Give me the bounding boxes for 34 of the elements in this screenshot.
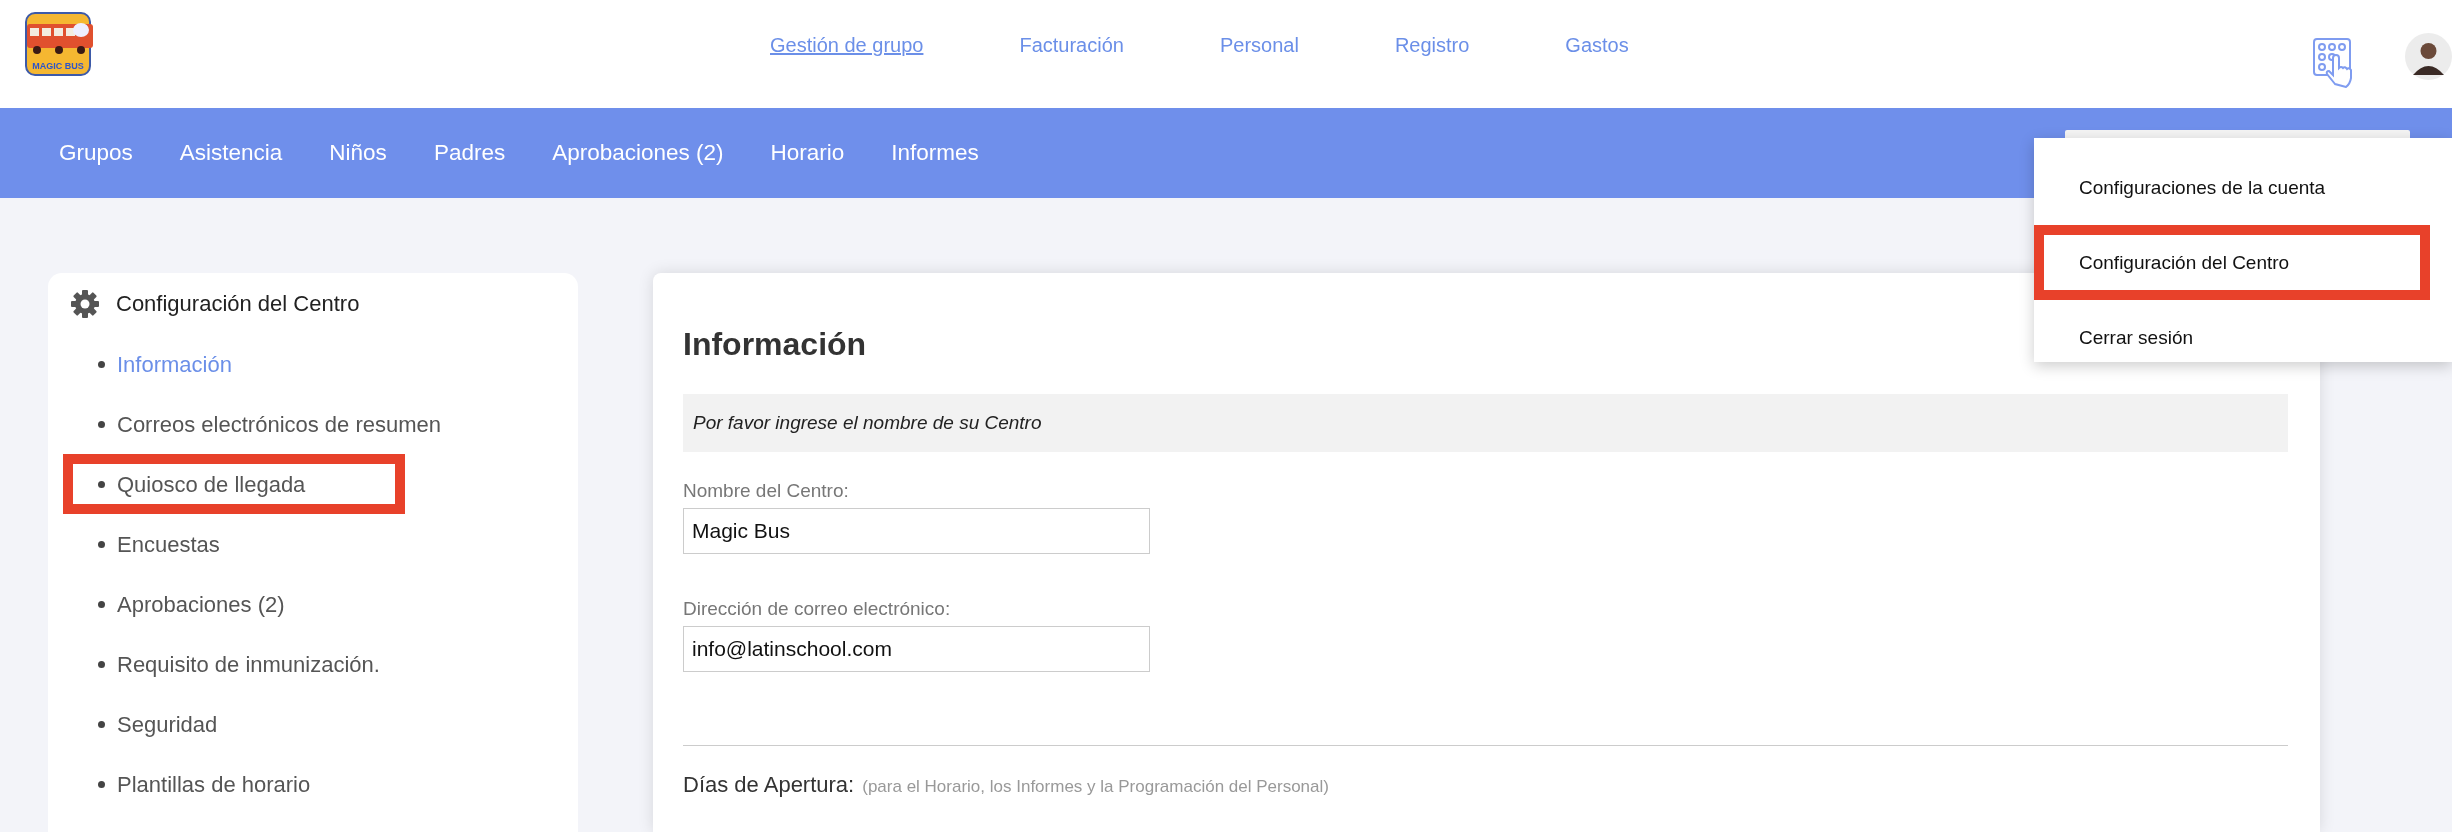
nav-link[interactable]: Grupos <box>59 136 133 170</box>
section-title: Configuración del Centro <box>116 290 360 318</box>
page-title: Información <box>683 325 867 363</box>
notice-bar: Por favor ingrese el nombre de su Centro <box>683 394 2288 452</box>
input-field[interactable]: Magic Bus <box>683 508 1150 554</box>
sidebar-item[interactable]: Requisito de inmunización. <box>63 634 405 694</box>
nav-link[interactable]: Registro <box>1394 30 1470 60</box>
nav-link[interactable]: Gastos <box>1565 30 1629 60</box>
nav-link[interactable]: Informes <box>891 136 979 170</box>
field-label: Dirección de correo electrónico: <box>683 598 952 620</box>
nav-link[interactable]: Aprobaciones (2) <box>552 136 724 170</box>
nav-link[interactable]: Facturación <box>1019 30 1124 60</box>
nav-link[interactable]: Personal <box>1219 30 1299 60</box>
nav-link[interactable]: Horario <box>770 136 845 170</box>
sidebar-item[interactable]: Encuestas <box>63 514 405 574</box>
nav-link[interactable]: Niños <box>329 136 387 170</box>
sidebar-item[interactable]: Información <box>63 334 405 394</box>
sidebar-item[interactable]: Plantillas de horario <box>63 754 405 814</box>
nav-link[interactable]: Asistencia <box>179 136 283 170</box>
sidebar-item[interactable]: Quiosco de llegada <box>63 454 405 514</box>
menu-item[interactable]: Cerrar sesión <box>2034 300 2430 375</box>
menu-item[interactable]: Configuración del Centro <box>2034 225 2430 300</box>
field-label: Nombre del Centro: <box>683 480 850 502</box>
nav-link[interactable]: Gestión de grupo <box>770 30 924 60</box>
section-note: (para el Horario, los Informes y la Programación del Personal) <box>862 776 1329 798</box>
sidebar-item[interactable]: Seguridad <box>63 694 405 754</box>
avatar-icon[interactable] <box>2405 33 2452 80</box>
sidebar-item[interactable]: Aprobaciones (2) <box>63 574 405 634</box>
sidebar-item[interactable]: Correos electrónicos de resumen <box>63 394 452 454</box>
settings-icon <box>70 288 100 319</box>
section-title: Días de Apertura: <box>683 772 855 798</box>
nav-link[interactable]: Padres <box>433 136 506 170</box>
input-field[interactable]: info@latinschool.com <box>683 626 1150 672</box>
menu-item[interactable]: Configuraciones de la cuenta <box>2034 150 2430 225</box>
